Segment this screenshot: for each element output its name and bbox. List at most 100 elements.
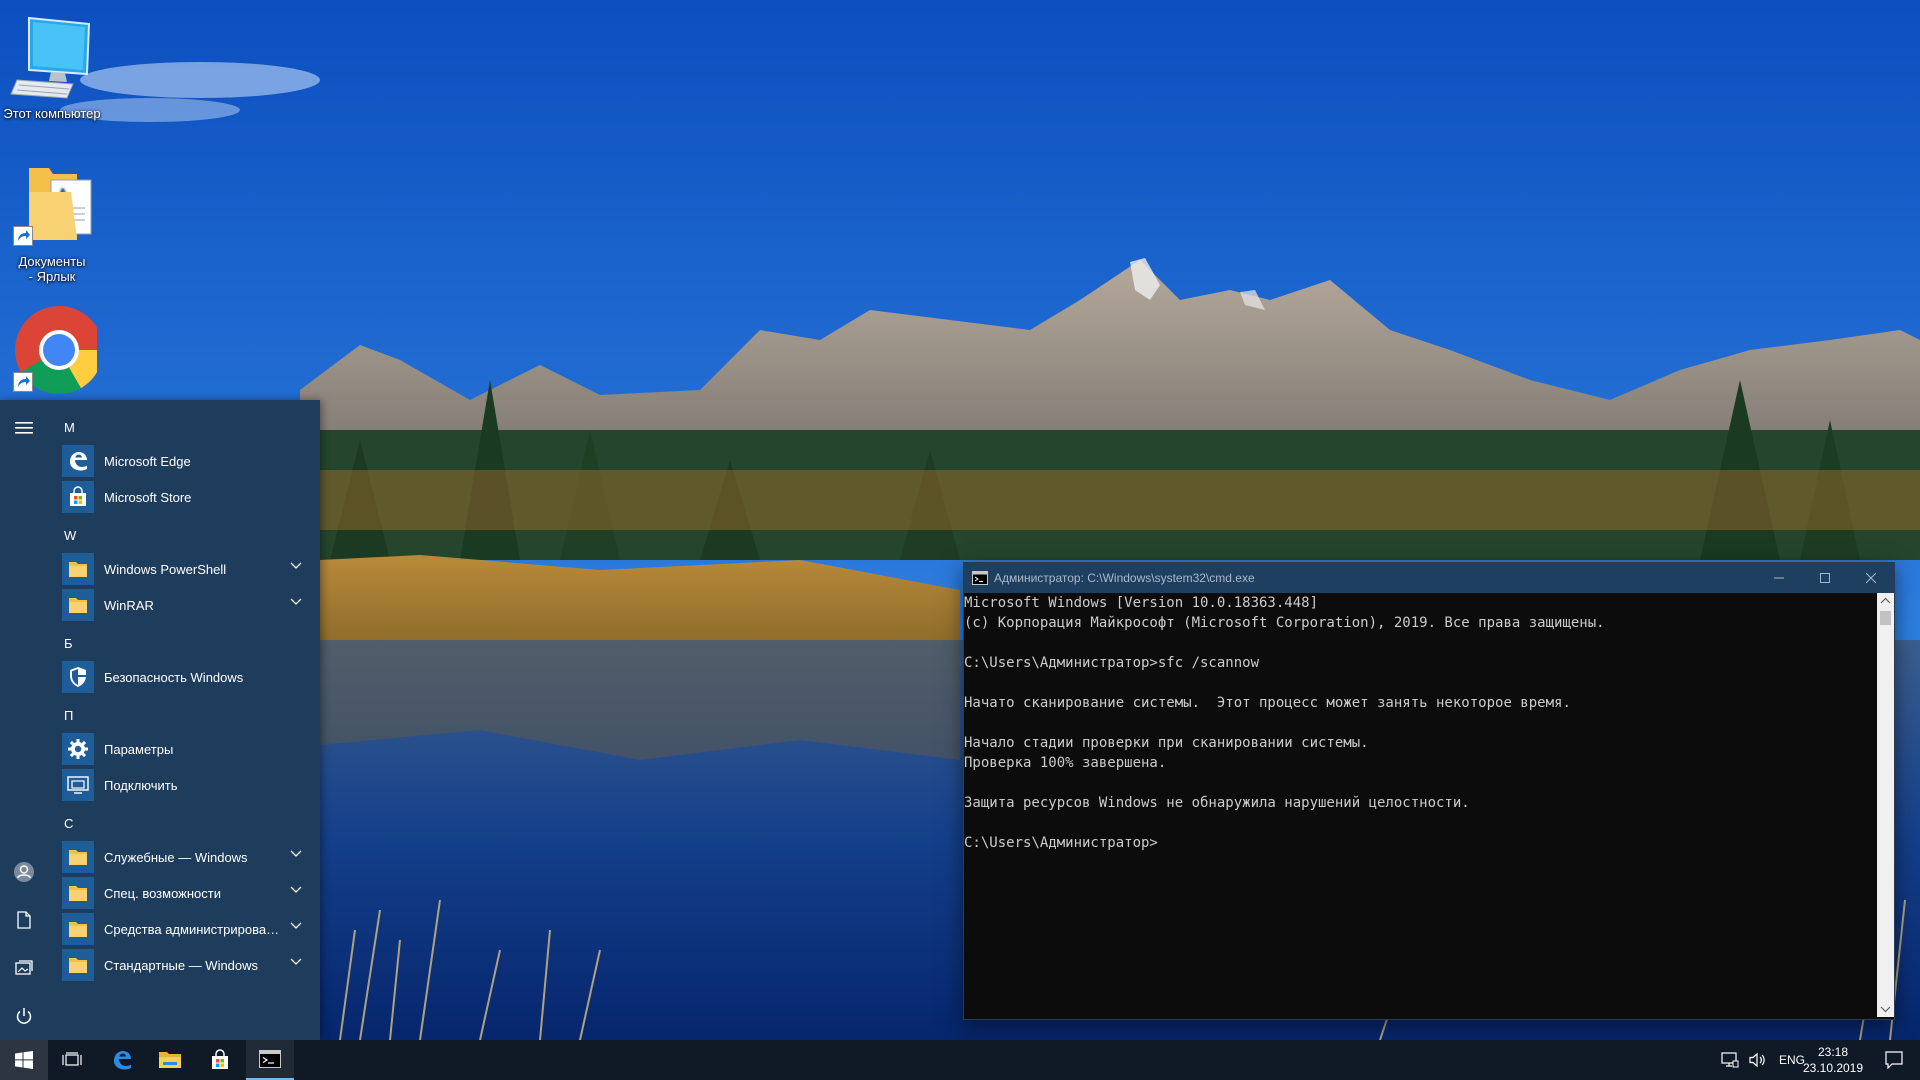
user-avatar-icon — [14, 862, 34, 882]
app-item-label: Безопасность Windows — [104, 669, 244, 685]
pictures-icon — [15, 960, 33, 975]
app-item-connect[interactable]: Подключить — [62, 768, 312, 802]
desktop-icon-label: Документы - Ярлык — [18, 254, 86, 284]
desktop-icon-documents-shortcut[interactable]: A Документы - Ярлык — [0, 162, 104, 284]
app-item-microsoft-edge[interactable]: Microsoft Edge — [62, 444, 312, 478]
file-explorer-icon — [159, 1052, 181, 1068]
app-item-windows-security[interactable]: Безопасность Windows — [62, 660, 312, 694]
app-item-label: WinRAR — [104, 597, 154, 613]
cmd-line — [964, 813, 1874, 833]
chevron-down-icon[interactable] — [290, 562, 302, 570]
cmd-icon — [972, 571, 988, 585]
folder-icon — [62, 589, 94, 621]
app-item-windows-powershell[interactable]: Windows PowerShell — [62, 552, 312, 586]
network-button[interactable] — [1716, 1052, 1744, 1068]
store-icon — [212, 1049, 228, 1069]
taskbar-clock[interactable]: 23:18 23.10.2019 — [1800, 1044, 1866, 1076]
cmd-icon — [259, 1050, 281, 1068]
scrollbar-thumb[interactable] — [1880, 611, 1891, 625]
start-button[interactable] — [0, 1040, 48, 1080]
cmd-prompt-line[interactable]: C:\Users\Администратор> — [964, 833, 1874, 853]
folder-icon — [62, 553, 94, 585]
close-button[interactable] — [1848, 563, 1894, 593]
clock-date: 23.10.2019 — [1802, 1061, 1864, 1075]
chevron-down-icon[interactable] — [290, 598, 302, 606]
chevron-down-icon[interactable] — [290, 886, 302, 894]
cmd-window[interactable]: Администратор: C:\Windows\system32\cmd.e… — [963, 562, 1895, 1020]
power-button[interactable] — [0, 994, 48, 1038]
app-item-microsoft-store[interactable]: Microsoft Store — [62, 480, 312, 514]
clock-time: 23:18 — [1817, 1045, 1849, 1059]
app-item-winrar[interactable]: WinRAR — [62, 588, 312, 622]
app-item-label: Windows PowerShell — [104, 561, 227, 577]
desktop-icon-this-pc[interactable]: Этот компьютер — [0, 14, 104, 121]
app-item-label: Средства администрирования... — [104, 921, 284, 937]
chrome-icon — [7, 306, 103, 394]
cmd-title-bar[interactable]: Администратор: C:\Windows\system32\cmd.e… — [964, 563, 1894, 593]
cmd-line: Начато сканирование системы. Этот процес… — [964, 695, 1571, 711]
taskbar: ENG 23:18 23.10.2019 — [0, 1040, 1920, 1080]
app-item-accessibility[interactable]: Спец. возможности — [62, 876, 312, 910]
cmd-scrollbar[interactable] — [1877, 593, 1894, 1017]
desktop-icon-label: Этот компьютер — [3, 106, 101, 121]
documents-icon — [17, 911, 31, 929]
app-item-label: Стандартные — Windows — [104, 957, 259, 973]
network-icon — [1721, 1052, 1739, 1068]
chevron-down-icon[interactable] — [290, 922, 302, 930]
documents-button[interactable] — [0, 898, 48, 942]
store-icon — [62, 481, 94, 513]
start-menu: M Microsoft Edge Microsoft Store W Windo… — [0, 400, 320, 1040]
taskbar-store-button[interactable] — [196, 1040, 244, 1080]
action-center-button[interactable] — [1868, 1040, 1920, 1080]
taskbar-edge-button[interactable] — [98, 1040, 146, 1080]
start-app-list[interactable]: M Microsoft Edge Microsoft Store W Windo… — [48, 400, 320, 1040]
taskbar-explorer-button[interactable] — [146, 1040, 194, 1080]
notification-icon — [1885, 1051, 1903, 1069]
cmd-window-title: Администратор: C:\Windows\system32\cmd.e… — [994, 571, 1255, 585]
app-item-system-tools[interactable]: Служебные — Windows — [62, 840, 312, 874]
scroll-up-icon[interactable] — [1877, 593, 1894, 609]
cmd-line: C:\Users\Администратор>sfc /scannow — [964, 655, 1260, 671]
group-letter-s[interactable]: С — [64, 816, 73, 831]
pictures-button[interactable] — [0, 946, 48, 990]
cmd-line — [964, 713, 1874, 733]
group-letter-b[interactable]: Б — [64, 636, 73, 651]
cmd-line — [964, 673, 1874, 693]
cmd-line: Проверка 100% завершена. — [964, 755, 1167, 771]
app-item-accessories[interactable]: Стандартные — Windows — [62, 948, 312, 982]
hamburger-menu-icon — [15, 422, 33, 434]
user-account-button[interactable] — [0, 850, 48, 894]
computer-icon — [7, 14, 97, 102]
app-item-settings[interactable]: Параметры — [62, 732, 312, 766]
maximize-button[interactable] — [1802, 563, 1848, 593]
hamburger-menu-button[interactable] — [0, 406, 48, 450]
gear-icon — [62, 733, 94, 765]
app-item-label: Параметры — [104, 741, 174, 757]
task-view-icon — [62, 1052, 82, 1066]
volume-button[interactable] — [1744, 1052, 1772, 1068]
folder-icon — [62, 949, 94, 981]
chevron-down-icon[interactable] — [290, 850, 302, 858]
start-menu-rail — [0, 400, 48, 1040]
cmd-output[interactable]: Microsoft Windows [Version 10.0.18363.44… — [964, 593, 1874, 1017]
group-letter-m[interactable]: M — [64, 420, 75, 435]
taskbar-cmd-button[interactable] — [246, 1040, 294, 1080]
app-item-admin-tools[interactable]: Средства администрирования... — [62, 912, 312, 946]
folder-icon — [62, 913, 94, 945]
desktop-icon-chrome[interactable] — [0, 306, 104, 398]
scroll-down-icon[interactable] — [1877, 1001, 1894, 1017]
cmd-line: Защита ресурсов Windows не обнаружила на… — [964, 795, 1470, 811]
chevron-down-icon[interactable] — [290, 958, 302, 966]
cmd-line — [964, 773, 1874, 793]
app-item-label: Спец. возможности — [104, 885, 221, 901]
app-item-label: Microsoft Store — [104, 489, 192, 505]
volume-icon — [1749, 1052, 1765, 1068]
cmd-line: Начало стадии проверки при сканировании … — [964, 735, 1369, 751]
app-item-label: Microsoft Edge — [104, 453, 191, 469]
group-letter-w[interactable]: W — [64, 528, 76, 543]
task-view-button[interactable] — [48, 1040, 96, 1080]
minimize-button[interactable] — [1756, 563, 1802, 593]
app-item-label: Служебные — Windows — [104, 849, 248, 865]
close-icon — [1866, 573, 1876, 583]
group-letter-p[interactable]: П — [64, 708, 73, 723]
